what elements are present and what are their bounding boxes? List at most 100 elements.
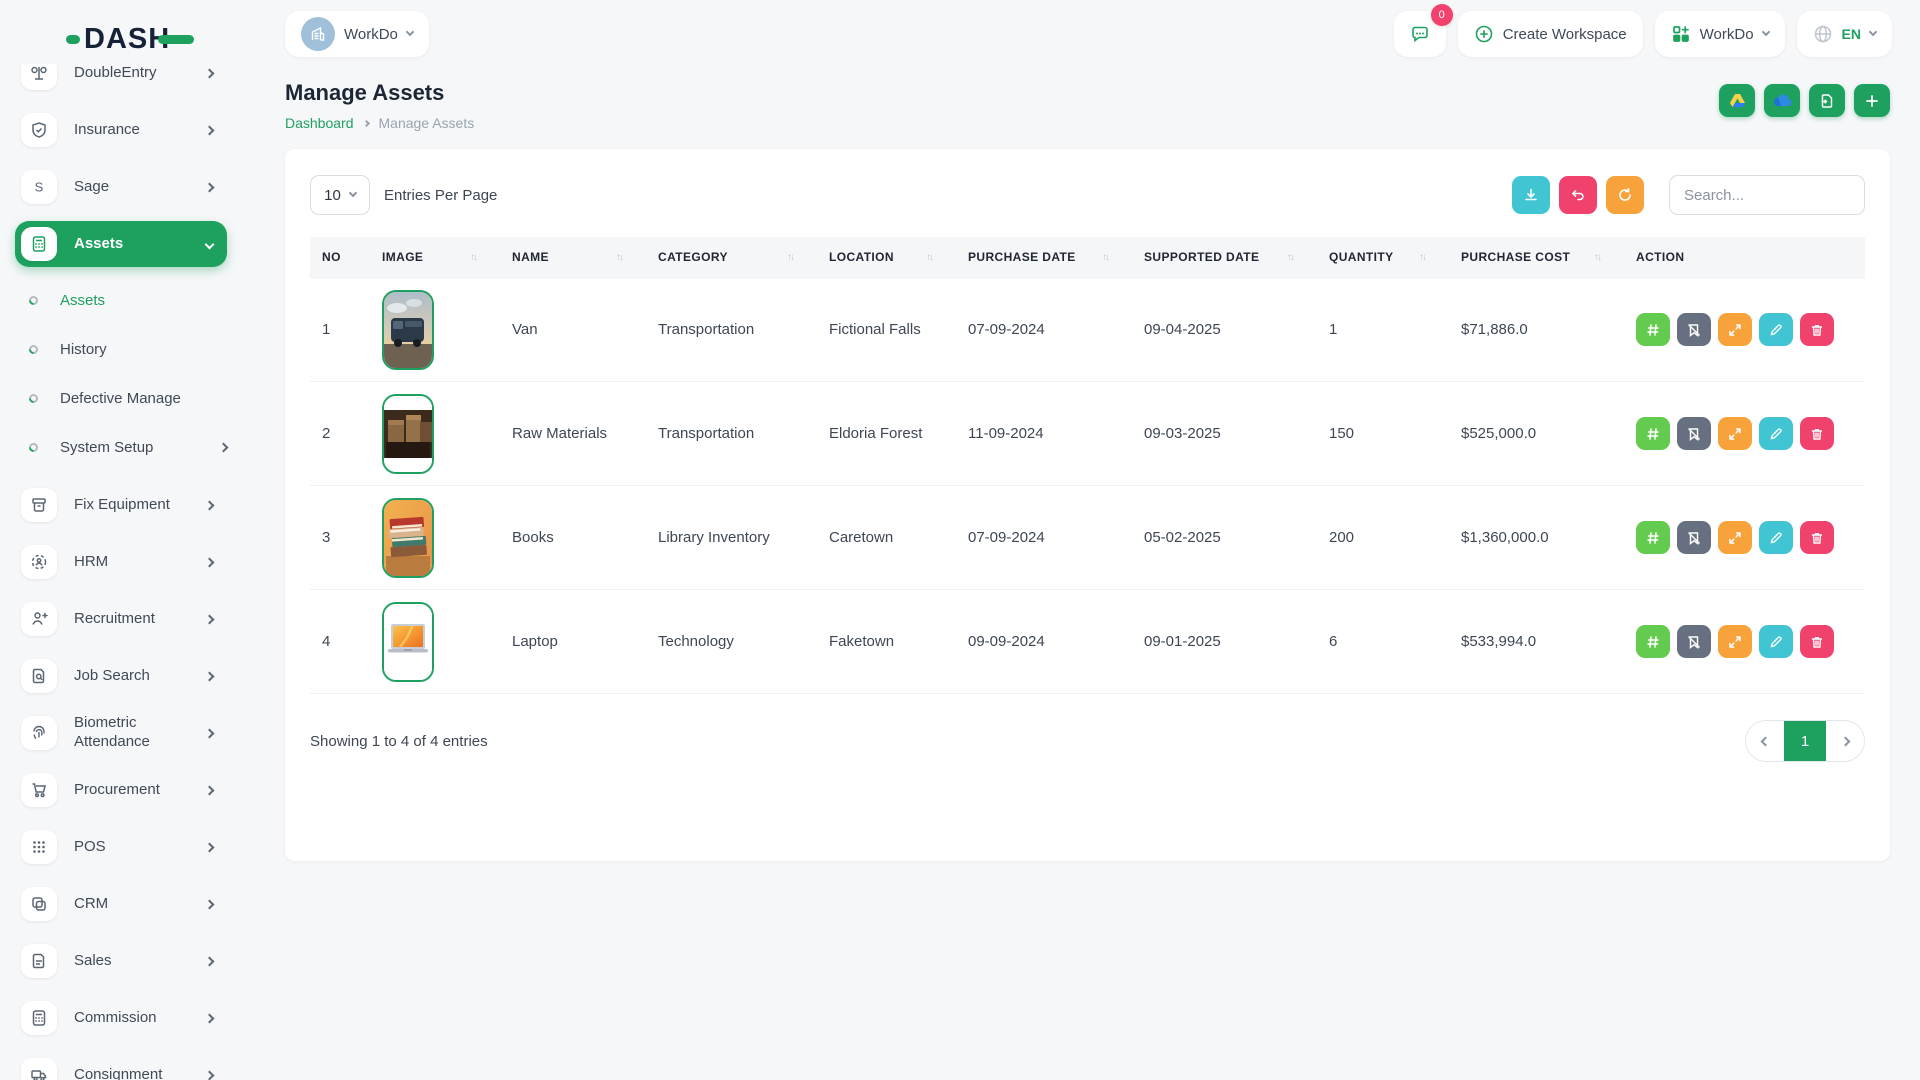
sidebar-item-recruitment[interactable]: Recruitment xyxy=(15,596,227,642)
sidebar-item-biometric-attendance[interactable]: Biometric Attendance xyxy=(15,710,227,756)
language-selector[interactable]: EN xyxy=(1797,11,1892,57)
pencil-icon xyxy=(1769,635,1783,649)
sort-icon: ↑↓ xyxy=(1287,252,1307,263)
breadcrumb-dashboard-link[interactable]: Dashboard xyxy=(285,115,354,131)
sidebar-item-procurement[interactable]: Procurement xyxy=(15,767,227,813)
sidebar-item-pos[interactable]: POS xyxy=(15,824,227,870)
sidebar-item-insurance[interactable]: Insurance xyxy=(15,107,227,153)
bookmark-off-button[interactable] xyxy=(1677,417,1711,450)
column-header-location[interactable]: LOCATION↑↓ xyxy=(817,237,956,278)
barcode-button[interactable] xyxy=(1636,417,1670,450)
messages-button[interactable]: 0 xyxy=(1394,11,1446,57)
expand-button[interactable] xyxy=(1718,417,1752,450)
asset-image-van[interactable] xyxy=(382,290,434,370)
bookmark-off-button[interactable] xyxy=(1677,313,1711,346)
column-header-quantity[interactable]: QUANTITY↑↓ xyxy=(1317,237,1449,278)
delete-button[interactable] xyxy=(1800,521,1834,554)
create-workspace-button[interactable]: Create Workspace xyxy=(1458,11,1643,57)
bullet-icon xyxy=(27,441,40,454)
chevron-right-icon xyxy=(1840,736,1850,746)
chevron-down-icon xyxy=(349,189,357,197)
onedrive-button[interactable] xyxy=(1764,84,1800,117)
previous-page-button[interactable] xyxy=(1746,720,1784,762)
breadcrumb-current: Manage Assets xyxy=(379,115,475,131)
google-drive-icon xyxy=(1729,93,1746,108)
submenu-item-defective-manage[interactable]: Defective Manage xyxy=(15,378,227,418)
expand-button[interactable] xyxy=(1718,521,1752,554)
download-button[interactable] xyxy=(1512,176,1550,214)
next-page-button[interactable] xyxy=(1826,720,1864,762)
expand-button[interactable] xyxy=(1718,313,1752,346)
document-search-icon xyxy=(21,659,57,693)
column-header-supported-date[interactable]: SUPPORTED DATE↑↓ xyxy=(1132,237,1317,278)
refresh-button[interactable] xyxy=(1606,176,1644,214)
sidebar-item-crm[interactable]: CRM xyxy=(15,881,227,927)
plus-icon xyxy=(1865,94,1879,108)
barcode-button[interactable] xyxy=(1636,521,1670,554)
edit-button[interactable] xyxy=(1759,625,1793,658)
submenu-item-assets[interactable]: Assets xyxy=(15,280,227,320)
workspace-selector[interactable]: WorkDo xyxy=(285,11,429,57)
plus-circle-icon xyxy=(1474,24,1494,44)
sort-icon: ↑↓ xyxy=(470,252,490,263)
barcode-button[interactable] xyxy=(1636,313,1670,346)
sidebar-item-sage[interactable]: S Sage xyxy=(15,164,227,210)
submenu-item-system-setup[interactable]: System Setup xyxy=(15,427,227,467)
chevron-right-icon xyxy=(205,1070,215,1080)
column-header-image[interactable]: IMAGE↑↓ xyxy=(370,237,500,278)
top-bar: WorkDo 0 Create Workspace WorkDo EN xyxy=(245,0,1920,58)
add-asset-button[interactable] xyxy=(1854,84,1890,117)
barcode-button[interactable] xyxy=(1636,625,1670,658)
column-header-purchase-cost[interactable]: PURCHASE COST↑↓ xyxy=(1449,237,1624,278)
undo-button[interactable] xyxy=(1559,176,1597,214)
sidebar-item-sales[interactable]: Sales xyxy=(15,938,227,984)
bullet-icon xyxy=(27,343,40,356)
chevron-down-icon xyxy=(205,239,215,249)
asset-image-raw-materials[interactable] xyxy=(382,394,434,474)
top-right-controls: 0 Create Workspace WorkDo EN xyxy=(1394,11,1892,57)
sidebar-item-doubleentry[interactable]: DoubleEntry xyxy=(15,64,227,96)
truck-icon xyxy=(21,1058,57,1080)
sort-icon: ↑↓ xyxy=(1419,252,1439,263)
app-logo[interactable]: DASH xyxy=(0,18,245,60)
submenu-item-history[interactable]: History xyxy=(15,329,227,369)
row-actions xyxy=(1636,417,1855,450)
sidebar-item-fix-equipment[interactable]: Fix Equipment xyxy=(15,482,227,528)
sidebar-item-consignment[interactable]: Consignment xyxy=(15,1052,227,1080)
chevron-right-icon xyxy=(205,728,215,738)
delete-button[interactable] xyxy=(1800,625,1834,658)
bookmark-off-button[interactable] xyxy=(1677,625,1711,658)
sidebar-item-assets[interactable]: Assets xyxy=(15,221,227,267)
column-header-category[interactable]: CATEGORY↑↓ xyxy=(646,237,817,278)
edit-button[interactable] xyxy=(1759,313,1793,346)
file-import-icon xyxy=(1819,93,1835,109)
chevron-right-icon xyxy=(205,671,215,681)
workdo-menu-button[interactable]: WorkDo xyxy=(1655,11,1785,57)
column-header-no[interactable]: NO xyxy=(310,237,370,278)
expand-icon xyxy=(1728,531,1742,545)
chevron-left-icon xyxy=(1760,736,1770,746)
delete-button[interactable] xyxy=(1800,417,1834,450)
column-header-name[interactable]: NAME↑↓ xyxy=(500,237,646,278)
page-number-1[interactable]: 1 xyxy=(1784,720,1826,762)
chevron-down-icon xyxy=(1869,28,1877,36)
asset-image-laptop[interactable] xyxy=(382,602,434,682)
chevron-right-icon xyxy=(205,785,215,795)
search-input[interactable] xyxy=(1669,175,1865,215)
trash-icon xyxy=(1810,427,1824,441)
bookmark-off-button[interactable] xyxy=(1677,521,1711,554)
sidebar-item-hrm[interactable]: HRM xyxy=(15,539,227,585)
edit-button[interactable] xyxy=(1759,417,1793,450)
expand-button[interactable] xyxy=(1718,625,1752,658)
sidebar-item-commission[interactable]: Commission xyxy=(15,995,227,1041)
bookmark-slash-icon xyxy=(1687,635,1701,649)
sidebar-item-job-search[interactable]: Job Search xyxy=(15,653,227,699)
entries-per-page-select[interactable]: 10 xyxy=(310,175,370,215)
asset-image-books[interactable] xyxy=(382,498,434,578)
delete-button[interactable] xyxy=(1800,313,1834,346)
edit-button[interactable] xyxy=(1759,521,1793,554)
calculator-icon xyxy=(21,1001,57,1035)
column-header-purchase-date[interactable]: PURCHASE DATE↑↓ xyxy=(956,237,1132,278)
import-file-button[interactable] xyxy=(1809,84,1845,117)
google-drive-button[interactable] xyxy=(1719,84,1755,117)
